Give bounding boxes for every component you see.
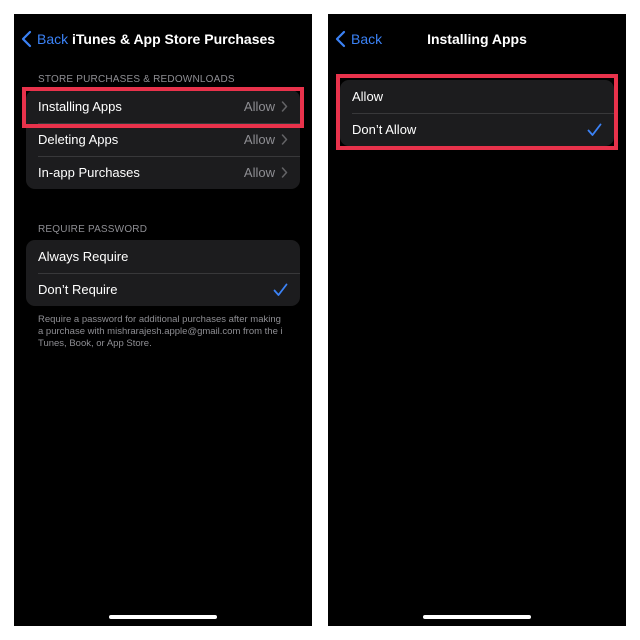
row-label: Deleting Apps [38,132,119,147]
row-dont-require[interactable]: Don’t Require [26,273,300,306]
chevron-right-icon [281,101,288,112]
row-label: In-app Purchases [38,165,140,180]
installing-apps-options-group: Allow Don’t Allow [340,80,614,146]
checkmark-icon [273,283,288,296]
chevron-left-icon [21,30,32,48]
row-deleting-apps[interactable]: Deleting Apps Allow [26,123,300,156]
option-allow[interactable]: Allow [340,80,614,113]
chevron-right-icon [281,134,288,145]
row-always-require[interactable]: Always Require [26,240,300,273]
row-value: Allow [243,132,275,147]
password-footer-note: Require a password for additional purcha… [38,314,283,349]
option-label: Allow [352,89,384,104]
settings-screen-purchases: Back iTunes & App Store Purchases STORE … [14,14,312,626]
section-header-require-password: REQUIRE PASSWORD [38,224,148,235]
row-value: Allow [243,99,275,114]
option-dont-allow[interactable]: Don’t Allow [340,113,614,146]
row-installing-apps[interactable]: Installing Apps Allow [26,90,300,123]
home-indicator[interactable] [423,615,531,619]
back-label: Back [37,31,69,47]
store-purchases-group: Installing Apps Allow Deleting Apps Allo… [26,90,300,189]
row-value: Allow [243,165,275,180]
settings-screen-installing-apps: Back Installing Apps Allow Don’t Allow [328,14,626,626]
row-label: Don’t Require [38,282,118,297]
row-label: Always Require [38,249,129,264]
home-indicator[interactable] [109,615,217,619]
navigation-bar: Back iTunes & App Store Purchases [14,24,312,58]
require-password-group: Always Require Don’t Require [26,240,300,306]
page-title: Installing Apps [427,31,527,47]
checkmark-icon [587,123,602,136]
chevron-right-icon [281,167,288,178]
navigation-bar: Back Installing Apps [328,24,626,58]
option-label: Don’t Allow [352,122,417,137]
page-title: iTunes & App Store Purchases [72,31,276,47]
row-in-app-purchases[interactable]: In-app Purchases Allow [26,156,300,189]
row-label: Installing Apps [38,99,122,114]
back-button[interactable]: Back [20,30,68,48]
section-header-store-purchases: STORE PURCHASES & REDOWNLOADS [38,74,235,85]
